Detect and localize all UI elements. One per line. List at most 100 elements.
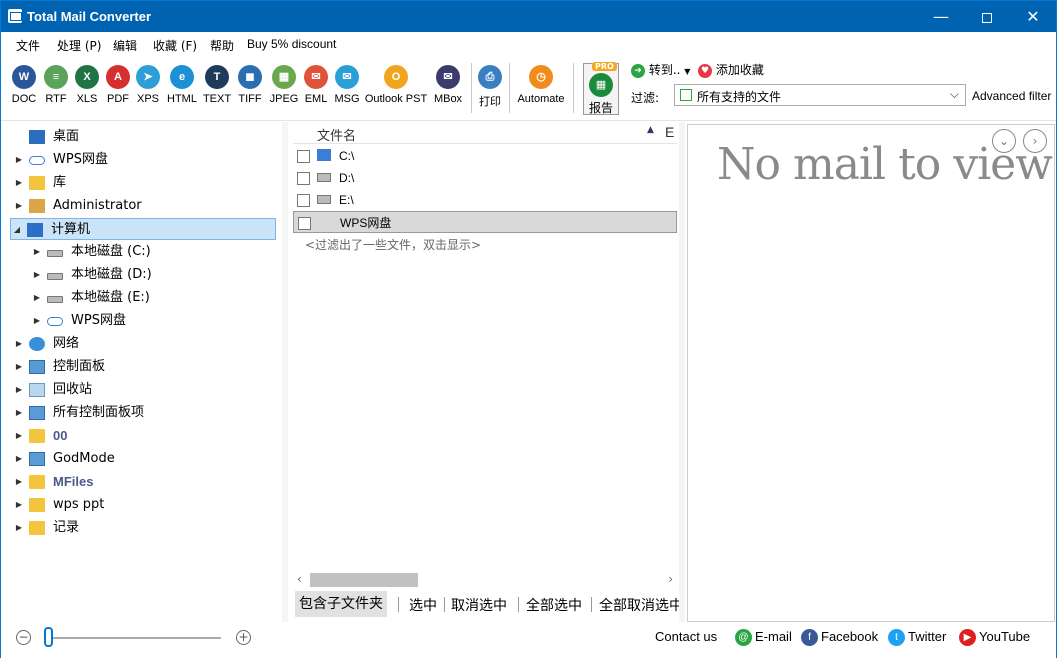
expand-arrow-icon[interactable]: ▶	[13, 448, 25, 470]
expand-arrow-icon[interactable]: ▶	[13, 149, 25, 171]
tree-item[interactable]: ▶ 控制面板	[13, 356, 275, 378]
tree-item[interactable]: ▶ WPS网盘	[13, 310, 275, 332]
menu-process[interactable]: 处理 (P)	[57, 37, 101, 54]
text-button[interactable]: T TEXT	[202, 65, 232, 105]
deselect-button[interactable]: 取消选中	[451, 595, 507, 615]
splitter-right[interactable]	[679, 122, 685, 622]
tree-item[interactable]: ▶ 00	[13, 425, 275, 447]
tree-item[interactable]: ▶ 本地磁盘 (E:)	[13, 287, 275, 309]
row-checkbox[interactable]	[298, 217, 311, 230]
deselect-all-button[interactable]: 全部取消选中	[599, 595, 679, 615]
expand-arrow-icon[interactable]: ▶	[13, 471, 25, 493]
expand-arrow-icon[interactable]: ▶	[13, 379, 25, 401]
tree-item-label: MFiles	[53, 474, 94, 489]
include-subfolders-button[interactable]: 包含子文件夹	[295, 591, 387, 617]
tree-item[interactable]: ▶ 本地磁盘 (C:)	[13, 241, 275, 263]
tree-item[interactable]: ▶ 本地磁盘 (D:)	[13, 264, 275, 286]
expand-arrow-icon[interactable]: ▶	[13, 425, 25, 447]
expanded-arrow-icon[interactable]: ◢	[11, 219, 23, 241]
expand-arrow-icon[interactable]: ▶	[13, 333, 25, 355]
menu-buy-discount[interactable]: Buy 5% discount	[247, 37, 336, 51]
expand-arrow-icon[interactable]: ▶	[13, 494, 25, 516]
tree-item[interactable]: ▶ GodMode	[13, 448, 275, 470]
expand-arrow-icon[interactable]: ▶	[13, 172, 25, 194]
select-button[interactable]: 选中	[409, 595, 437, 615]
close-button[interactable]: ✕	[1010, 1, 1056, 32]
打印-button[interactable]: ⎙ 打印	[475, 65, 505, 109]
maximize-button[interactable]	[964, 1, 1010, 32]
file-row[interactable]: C:\	[293, 145, 677, 167]
rtf-button[interactable]: ≡ RTF	[41, 65, 71, 105]
column-header-filename[interactable]: 文件名	[317, 125, 356, 144]
tree-item[interactable]: ▶ WPS网盘	[13, 149, 275, 171]
tree-item[interactable]: ▶ 所有控制面板项	[13, 402, 275, 424]
expand-arrow-icon[interactable]: ▶	[13, 195, 25, 217]
splitter-left[interactable]	[282, 122, 288, 622]
xls-button[interactable]: X XLS	[72, 65, 102, 105]
mbox-button[interactable]: ✉ MBox	[433, 65, 463, 105]
expand-arrow-icon[interactable]: ▶	[31, 241, 43, 263]
tree-item[interactable]: ▶ 网络	[13, 333, 275, 355]
horizontal-scrollbar[interactable]: ‹ ›	[293, 572, 677, 588]
doc-button[interactable]: W DOC	[9, 65, 39, 105]
menu-favorites[interactable]: 收藏 (F)	[153, 37, 197, 54]
html-button[interactable]: e HTML	[167, 65, 197, 105]
report-button[interactable]: PRO ▦ 报告	[583, 62, 619, 115]
expand-arrow-icon[interactable]: ▶	[31, 310, 43, 332]
xps-button[interactable]: ➤ XPS	[133, 65, 163, 105]
expand-arrow-icon[interactable]: ▶	[13, 356, 25, 378]
menu-help[interactable]: 帮助	[210, 37, 234, 54]
scroll-left-icon[interactable]: ‹	[297, 572, 302, 586]
tree-item[interactable]: ▶ 库	[13, 172, 275, 194]
contact-us-link[interactable]: Contact us	[655, 629, 717, 644]
file-row[interactable]: E:\	[293, 189, 677, 211]
toolbar-button-label: EML	[304, 93, 328, 105]
zoom-slider-thumb[interactable]	[44, 627, 53, 647]
file-row[interactable]: D:\	[293, 167, 677, 189]
advanced-filter-link[interactable]: Advanced filter	[972, 89, 1051, 103]
menu-edit[interactable]: 编辑	[113, 37, 137, 54]
column-header-second[interactable]: E	[665, 124, 674, 140]
outlook-pst-button[interactable]: O Outlook PST	[358, 65, 435, 105]
youtube-link[interactable]: ▶ YouTube	[959, 629, 1030, 647]
expand-arrow-icon[interactable]: ▶	[13, 402, 25, 424]
add-favorite-button[interactable]: ♥ 添加收藏	[698, 61, 764, 78]
row-checkbox[interactable]	[297, 194, 310, 207]
scrollbar-thumb[interactable]	[310, 573, 418, 587]
automate-button[interactable]: ◷ Automate	[513, 65, 569, 105]
chevron-right-icon[interactable]: ›	[1023, 129, 1047, 153]
tree-item[interactable]: 桌面	[13, 126, 275, 148]
eml-button[interactable]: ✉ EML	[301, 65, 331, 105]
email-link[interactable]: @ E-mail	[735, 629, 792, 647]
drive-icon	[47, 296, 63, 303]
select-all-button[interactable]: 全部选中	[526, 595, 582, 615]
zoom-slider-track[interactable]	[45, 637, 221, 639]
expand-arrow-icon[interactable]: ▶	[31, 287, 43, 309]
facebook-link[interactable]: f Facebook	[801, 629, 878, 647]
tree-item[interactable]: ▶ wps ppt	[13, 494, 275, 516]
file-row[interactable]: WPS网盘	[293, 211, 677, 233]
scroll-right-icon[interactable]: ›	[668, 572, 673, 586]
toolbar-separator	[509, 63, 510, 113]
goto-button[interactable]: ➜ 转到.. ▼	[631, 61, 690, 78]
pdf-button[interactable]: A PDF	[103, 65, 133, 105]
tree-item[interactable]: ▶ MFiles	[13, 471, 275, 493]
tree-item[interactable]: ◢ 计算机	[10, 218, 276, 240]
twitter-link[interactable]: t Twitter	[888, 629, 946, 647]
zoom-in-icon[interactable]: +	[236, 630, 251, 645]
expand-arrow-icon[interactable]: ▶	[13, 517, 25, 539]
expand-arrow-icon[interactable]: ▶	[31, 264, 43, 286]
zoom-out-icon[interactable]: −	[16, 630, 31, 645]
minimize-button[interactable]: —	[918, 1, 964, 32]
menu-bar: 文件 处理 (P) 编辑 收藏 (F) 帮助 Buy 5% discount	[1, 32, 1056, 57]
row-checkbox[interactable]	[297, 172, 310, 185]
tree-item[interactable]: ▶ 记录	[13, 517, 275, 539]
filter-select[interactable]: 所有支持的文件 ⌵	[674, 84, 966, 106]
row-checkbox[interactable]	[297, 150, 310, 163]
jpeg-button[interactable]: ▦ JPEG	[269, 65, 299, 105]
tree-item[interactable]: ▶ Administrator	[13, 195, 275, 217]
tree-item[interactable]: ▶ 回收站	[13, 379, 275, 401]
chevron-down-icon[interactable]: ⌄	[992, 129, 1016, 153]
menu-file[interactable]: 文件	[16, 37, 40, 54]
tiff-button[interactable]: ◼ TIFF	[235, 65, 265, 105]
